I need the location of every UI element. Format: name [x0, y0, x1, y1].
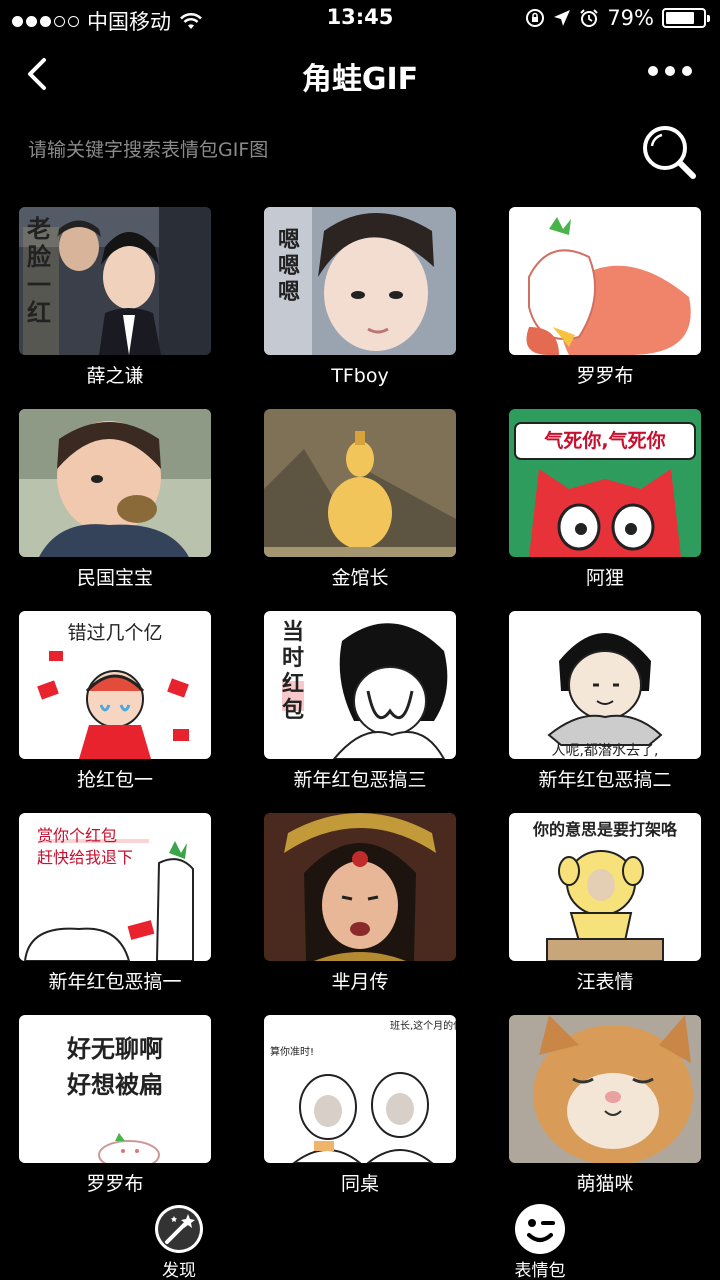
sticker-thumbnail[interactable]: 人呢,都潜水去了,: [509, 611, 701, 759]
tab-discover[interactable]: 发现: [129, 1202, 229, 1280]
sticker-card[interactable]: 罗罗布: [509, 207, 701, 397]
sticker-thumbnail[interactable]: 当时红包: [264, 611, 456, 759]
search-input[interactable]: [28, 132, 608, 168]
sticker-thumbnail[interactable]: 嗯嗯嗯: [264, 207, 456, 355]
sticker-label: 薛之谦: [86, 365, 144, 387]
sticker-thumbnail[interactable]: 气死你,气死你: [509, 409, 701, 557]
sticker-label: 罗罗布: [576, 365, 634, 387]
sticker-overlay-text: 算你准时!: [270, 1045, 314, 1058]
battery-percent: 79%: [607, 6, 654, 30]
sticker-overlay-text: 脸: [27, 243, 52, 271]
sticker-card[interactable]: 芈月传: [264, 813, 456, 1003]
sticker-thumbnail[interactable]: 算你准时! 班长,这个月的保护费!: [264, 1015, 456, 1163]
sticker-overlay-text: 你的意思是要打架咯: [532, 820, 678, 839]
search-bar: [0, 118, 720, 182]
sticker-overlay-text: 人呢,都潜水去了,: [552, 743, 659, 759]
smiley-face-icon: [515, 1204, 565, 1254]
sticker-thumbnail[interactable]: [264, 813, 456, 961]
sticker-card[interactable]: 错过几个亿 抢红包一: [19, 611, 211, 801]
navigation-bar: 角蛙GIF: [0, 40, 720, 108]
sticker-card[interactable]: 嗯嗯嗯 TFboy: [264, 207, 456, 397]
page-title: 角蛙GIF: [301, 62, 419, 97]
sticker-label: 新年红包恶搞二: [538, 769, 672, 791]
sticker-card[interactable]: 当时红包 新年红包恶搞三: [264, 611, 456, 801]
more-dots-icon[interactable]: [648, 66, 692, 76]
status-bar: 中国移动 13:45 79%: [0, 0, 720, 38]
tab-stickers[interactable]: 表情包: [490, 1202, 590, 1280]
battery-icon: [662, 8, 710, 28]
sticker-card[interactable]: 好无聊啊 好想被扁 罗罗布: [19, 1015, 211, 1205]
sticker-thumbnail[interactable]: 好无聊啊好想被扁: [19, 1015, 211, 1163]
rotation-lock-icon: [526, 9, 545, 27]
sticker-label: 金馆长: [331, 567, 389, 589]
sticker-label: 汪表情: [576, 971, 634, 993]
sticker-thumbnail[interactable]: 你的意思是要打架咯: [509, 813, 701, 961]
sticker-overlay-text: 红: [282, 671, 304, 697]
sticker-overlay-text: 时: [282, 646, 304, 671]
sticker-overlay-text: 赏你个红包: [37, 826, 117, 845]
status-right: 79%: [525, 6, 710, 30]
discover-wand-icon: [155, 1205, 203, 1253]
sticker-thumbnail[interactable]: 赏你个红包赶快给我退下: [19, 813, 211, 961]
sticker-overlay-text: 赶快给我退下: [37, 848, 133, 867]
sticker-label: 芈月传: [331, 971, 389, 993]
sticker-label: 抢红包一: [76, 769, 153, 791]
sticker-thumbnail[interactable]: [509, 1015, 701, 1163]
sticker-overlay-text: 嗯: [278, 228, 300, 253]
sticker-overlay-text: 当: [282, 620, 304, 645]
sticker-card[interactable]: 金馆长: [264, 409, 456, 599]
sticker-overlay-text: 一: [27, 271, 51, 299]
alarm-icon: [580, 9, 599, 27]
sticker-thumbnail[interactable]: 老脸一红: [19, 207, 211, 355]
sticker-overlay-text: 好无聊啊: [66, 1035, 163, 1063]
sticker-thumbnail[interactable]: [264, 409, 456, 557]
sticker-overlay-text: 嗯: [278, 280, 300, 305]
sticker-label: 新年红包恶搞三: [293, 769, 427, 791]
sticker-label: 阿狸: [585, 567, 624, 589]
sticker-card[interactable]: 萌猫咪: [509, 1015, 701, 1205]
sticker-card[interactable]: 赏你个红包赶快给我退下 新年红包恶搞一: [19, 813, 211, 1003]
location-arrow-icon: [554, 10, 571, 26]
tab-bar: 发现 表情包: [0, 1198, 720, 1280]
sticker-thumbnail[interactable]: 错过几个亿: [19, 611, 211, 759]
search-icon[interactable]: [638, 122, 700, 182]
sticker-thumbnail[interactable]: [19, 409, 211, 557]
tab-discover-label: 发现: [162, 1261, 196, 1280]
tab-stickers-label: 表情包: [514, 1261, 566, 1280]
sticker-grid: 老脸一红 薛之谦 嗯嗯嗯 TFboy 罗罗布 民国宝宝 金馆长 气死你,气死你 …: [19, 207, 701, 1205]
sticker-overlay-text: 好想被扁: [66, 1071, 163, 1099]
sticker-overlay-text: 嗯: [278, 254, 300, 279]
sticker-thumbnail[interactable]: [509, 207, 701, 355]
sticker-label: 新年红包恶搞一: [48, 971, 182, 993]
sticker-overlay-text: 班长,这个月的保护费!: [390, 1019, 456, 1032]
sticker-overlay-text: 包: [282, 697, 304, 723]
sticker-card[interactable]: 气死你,气死你 阿狸: [509, 409, 701, 599]
sticker-label: TFboy: [331, 365, 389, 387]
sticker-overlay-text: 老: [27, 215, 51, 243]
sticker-card[interactable]: 老脸一红 薛之谦: [19, 207, 211, 397]
sticker-overlay-text: 红: [27, 299, 51, 327]
sticker-card[interactable]: 民国宝宝: [19, 409, 211, 599]
sticker-card[interactable]: 算你准时!班长,这个月的保护费! 同桌: [264, 1015, 456, 1205]
sticker-overlay-text: 错过几个亿: [67, 622, 162, 644]
sticker-card[interactable]: 你的意思是要打架咯 汪表情: [509, 813, 701, 1003]
sticker-label: 民国宝宝: [76, 567, 153, 589]
sticker-card[interactable]: 人呢,都潜水去了, 新年红包恶搞二: [509, 611, 701, 801]
sticker-overlay-text: 气死你,气死你: [543, 429, 665, 452]
